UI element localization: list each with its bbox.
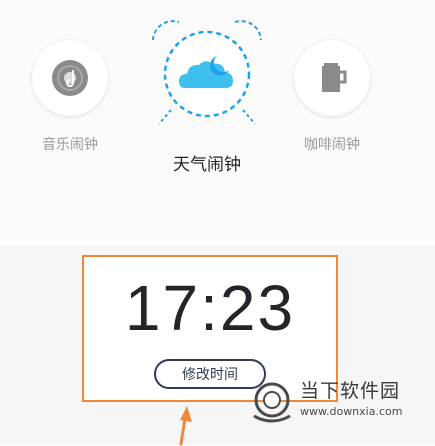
coffee-alarm-button[interactable] bbox=[294, 40, 370, 116]
music-alarm-label: 音乐闹钟 bbox=[42, 137, 98, 153]
arrow-pointer-icon bbox=[179, 406, 192, 446]
watermark-logo-icon bbox=[253, 382, 291, 423]
watermark: 当下软件园 www.downxia.com bbox=[252, 376, 402, 424]
edit-time-button[interactable]: 修改时间 bbox=[154, 359, 266, 389]
weather-alarm-label: 天气闹钟 bbox=[173, 155, 241, 175]
watermark-url: www.downxia.com bbox=[300, 405, 403, 418]
mode-coffee-alarm[interactable]: 咖啡闹钟 bbox=[294, 40, 370, 154]
music-alarm-button[interactable] bbox=[32, 40, 108, 116]
coffee-alarm-label: 咖啡闹钟 bbox=[304, 137, 360, 153]
coffee-cup-icon bbox=[322, 63, 347, 92]
mode-music-alarm[interactable]: 音乐闹钟 bbox=[32, 40, 108, 154]
watermark-brand: 当下软件园 bbox=[300, 380, 401, 402]
alarm-time: 17:23 bbox=[124, 272, 296, 344]
music-disc-icon bbox=[52, 60, 88, 96]
mode-weather-alarm[interactable]: 天气闹钟 bbox=[139, 18, 275, 175]
weather-alarm-clock-icon[interactable] bbox=[139, 18, 275, 136]
